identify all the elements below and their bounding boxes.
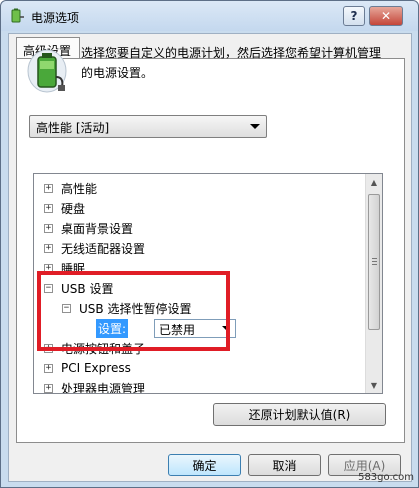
ok-button[interactable]: 确定 — [168, 454, 241, 476]
expand-icon[interactable]: + — [44, 383, 53, 393]
cancel-button[interactable]: 取消 — [248, 454, 321, 476]
expand-icon[interactable]: + — [44, 203, 53, 213]
tree-scrollbar[interactable]: ▲ ▼ — [365, 174, 382, 393]
scroll-up-arrow-icon[interactable]: ▲ — [366, 174, 382, 190]
tree-item-desktop-background[interactable]: + 桌面背景设置 — [44, 218, 133, 238]
tree-item-pci-express[interactable]: + PCI Express — [44, 358, 131, 378]
tree-item-label: 桌面背景设置 — [61, 221, 134, 236]
expand-icon[interactable]: + — [44, 363, 53, 373]
power-plan-select[interactable]: 高性能 [活动] — [29, 115, 267, 138]
expand-icon[interactable]: + — [44, 183, 53, 193]
tree-item-label: 硬盘 — [61, 201, 86, 216]
grip-line — [372, 261, 377, 262]
tree-item-label: 处理器电源管理 — [61, 381, 146, 394]
tree-item-wireless-adapter[interactable]: + 无线适配器设置 — [44, 238, 145, 258]
window-title: 电源选项 — [31, 11, 80, 25]
scrollbar-thumb[interactable] — [368, 194, 380, 330]
intro-description: 选择您要自定义的电源计划，然后选择您希望计算机管理的电源设置。 — [81, 46, 382, 80]
restore-defaults-button[interactable]: 还原计划默认值(R) — [213, 403, 386, 426]
power-options-window: 电源选项 ? ✕ 高级设置 选择您要自定义的电源计划，然后选择您希望计算机管理的… — [0, 0, 419, 488]
title-bar: 电源选项 ? ✕ — [1, 1, 418, 31]
expand-icon[interactable]: + — [44, 223, 53, 233]
help-button[interactable]: ? — [343, 6, 365, 26]
help-icon: ? — [350, 9, 358, 23]
tree-item-high-performance[interactable]: + 高性能 — [44, 178, 97, 198]
tree-item-processor-power[interactable]: + 处理器电源管理 — [44, 378, 146, 394]
dropdown-arrow-icon — [250, 124, 260, 129]
grip-line — [372, 264, 377, 265]
tree-item-label: PCI Express — [61, 361, 131, 375]
grip-line — [372, 258, 377, 259]
scroll-down-arrow-icon[interactable]: ▼ — [366, 377, 382, 393]
tree-item-label: 高性能 — [61, 181, 98, 196]
tree-item-label: 无线适配器设置 — [61, 241, 146, 256]
battery-plug-icon — [27, 49, 67, 93]
power-options-icon — [11, 8, 24, 23]
expand-icon[interactable]: + — [44, 243, 53, 253]
close-icon: ✕ — [380, 9, 392, 23]
power-plan-select-value: 高性能 [活动] — [36, 121, 110, 135]
watermark: 583go.com — [358, 472, 414, 483]
tree-item-hard-disk[interactable]: + 硬盘 — [44, 198, 85, 218]
annotation-highlight-box — [37, 271, 230, 351]
close-button[interactable]: ✕ — [369, 6, 403, 26]
